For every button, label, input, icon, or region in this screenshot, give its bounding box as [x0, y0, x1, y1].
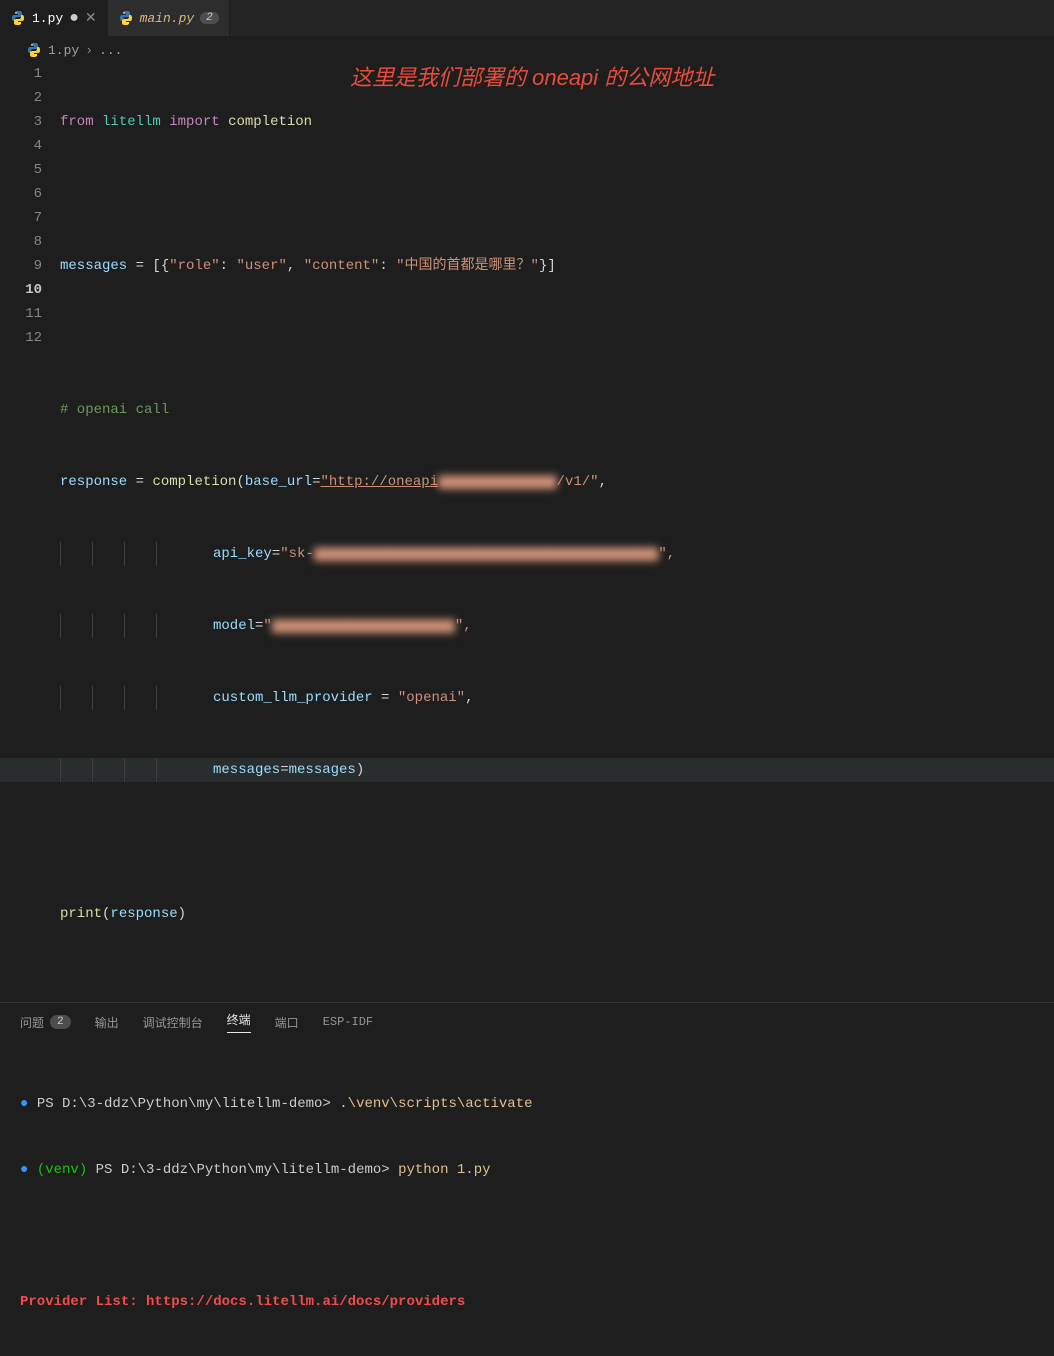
tab-count-badge: 2	[200, 12, 219, 24]
tab-output[interactable]: 输出	[95, 1014, 119, 1031]
terminal-output[interactable]: ● PS D:\3-ddz\Python\my\litellm-demo> .\…	[0, 1041, 1054, 1356]
bottom-panel: 问题2 输出 调试控制台 终端 端口 ESP-IDF ● PS D:\3-ddz…	[0, 1002, 1054, 1356]
python-icon	[10, 10, 26, 26]
code-editor[interactable]: 这里是我们部署的 oneapi 的公网地址 1 2 3 4 5 6 7 8 9 …	[0, 62, 1054, 974]
python-icon	[26, 42, 42, 58]
python-icon	[118, 10, 134, 26]
tab-label: main.py	[140, 11, 195, 26]
tab-1py[interactable]: 1.py ● ✕	[0, 0, 108, 36]
breadcrumb[interactable]: 1.py › ...	[0, 36, 1054, 62]
tab-mainpy[interactable]: main.py 2	[108, 0, 230, 36]
tab-bar: 1.py ● ✕ main.py 2	[0, 0, 1054, 36]
tab-label: 1.py	[32, 11, 63, 26]
problems-badge: 2	[50, 1015, 71, 1029]
annotation-text: 这里是我们部署的 oneapi 的公网地址	[350, 66, 714, 90]
tab-debug-console[interactable]: 调试控制台	[143, 1014, 203, 1031]
breadcrumb-file: 1.py	[48, 43, 79, 58]
tab-problems[interactable]: 问题2	[20, 1014, 71, 1031]
breadcrumb-more: ...	[99, 43, 122, 58]
modified-dot: ●	[69, 10, 79, 26]
tab-terminal[interactable]: 终端	[227, 1011, 251, 1033]
code-area[interactable]: from litellm import completion messages …	[60, 62, 1054, 974]
tab-esp-idf[interactable]: ESP-IDF	[323, 1015, 373, 1029]
provider-list-line: Provider List: https://docs.litellm.ai/d…	[20, 1291, 1034, 1313]
line-gutter: 1 2 3 4 5 6 7 8 9 10 11 12	[0, 62, 60, 974]
tab-ports[interactable]: 端口	[275, 1014, 299, 1031]
circle-icon: ●	[20, 1162, 28, 1178]
chevron-right-icon: ›	[85, 43, 93, 58]
panel-tabs: 问题2 输出 调试控制台 终端 端口 ESP-IDF	[0, 1003, 1054, 1041]
circle-icon: ●	[20, 1096, 28, 1112]
close-icon[interactable]: ✕	[85, 10, 97, 27]
